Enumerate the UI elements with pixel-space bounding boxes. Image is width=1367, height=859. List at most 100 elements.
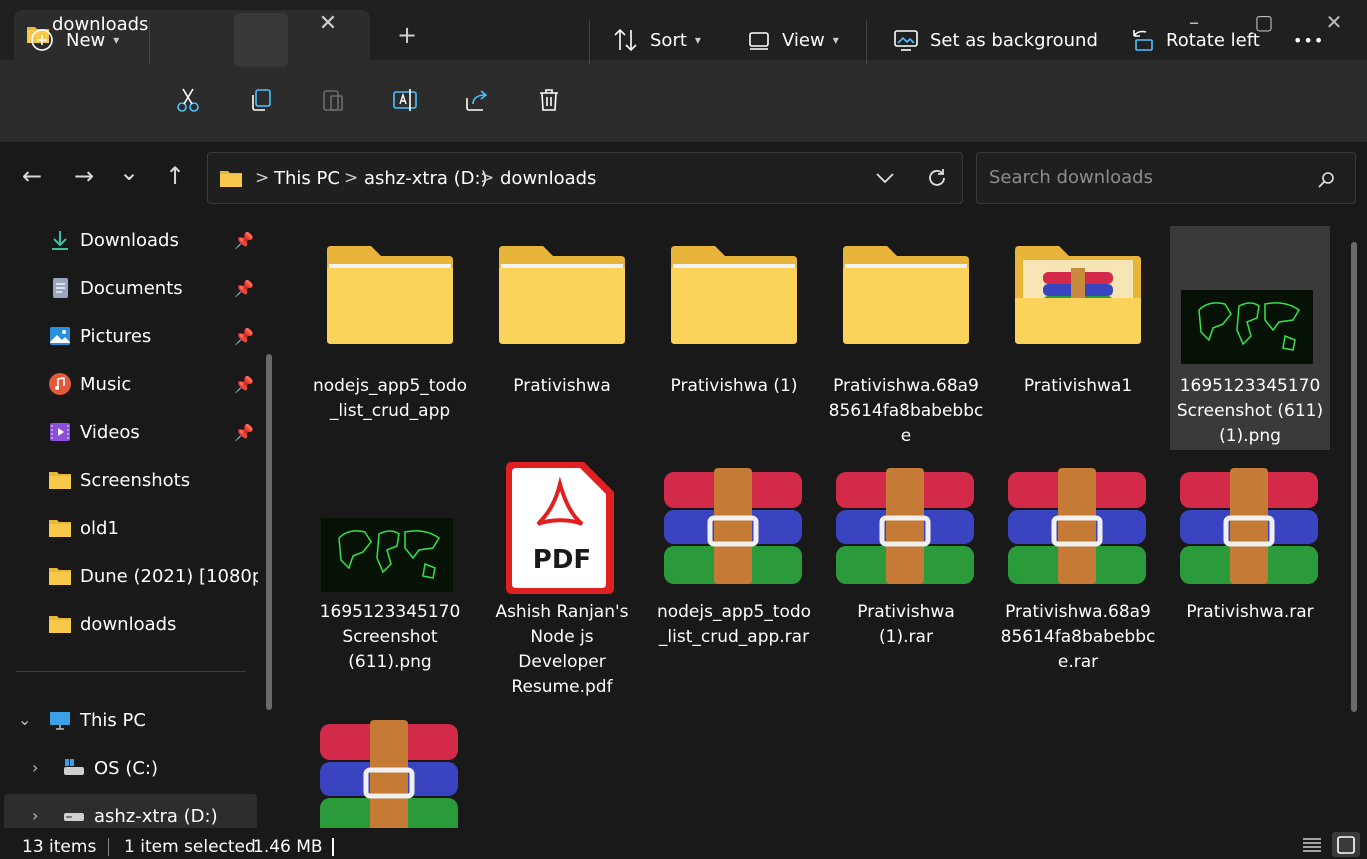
file-item-selected[interactable]: 1695123345170 Screenshot (611) (1).png [1170,226,1330,450]
file-item[interactable]: Prativishwa1 [998,226,1158,450]
sidebar-item-videos[interactable]: Videos [48,410,228,454]
recent-locations-button[interactable]: ⌄ [112,158,146,186]
file-name: Prativishwa1 [1023,376,1133,396]
file-name: Prativishwa (1) [670,376,798,396]
set-as-background-button[interactable]: Set as background [892,14,1098,66]
up-button[interactable]: ↑ [158,162,192,190]
pin-icon[interactable]: 📌 [234,279,254,298]
music-icon [49,373,71,395]
winrar-archive-icon [1180,468,1318,584]
plus-circle-icon [31,29,53,51]
winrar-archive-icon [664,468,802,584]
pin-icon[interactable]: 📌 [234,327,254,346]
breadcrumb-this-pc[interactable]: This PC [274,168,340,189]
refresh-icon[interactable] [925,166,949,190]
new-button[interactable]: New ▾ [30,14,119,66]
sidebar-item-label: This PC [80,709,146,731]
file-item[interactable]: Prativishwa.rar [1170,456,1330,706]
cut-icon[interactable] [174,86,202,114]
sort-button[interactable]: Sort ▾ [612,14,701,66]
computer-icon [50,712,70,730]
file-item[interactable]: Prativishwa.68a985614fa8babebbce [826,226,986,450]
rename-icon[interactable] [391,86,419,114]
search-input[interactable] [987,166,1311,189]
winrar-archive-icon [1008,468,1146,584]
sidebar-item-downloads[interactable]: Downloads [48,218,228,262]
pin-icon[interactable]: 📌 [234,423,254,442]
file-item[interactable]: nodejs_app5_todo_list_crud_app.rar [654,456,814,706]
tab-close-icon[interactable]: ✕ [316,11,340,36]
chevron-right-icon[interactable]: › [32,758,38,777]
chevron-down-icon[interactable] [874,168,896,188]
file-item[interactable]: Prativishwa [482,226,642,450]
delete-icon[interactable] [535,86,563,114]
search-icon[interactable] [1316,169,1338,191]
search-box[interactable] [976,152,1356,204]
sidebar-item-drive-c[interactable]: OS (C:) [62,746,242,790]
content-scrollbar[interactable] [1351,242,1357,712]
breadcrumb-drive-d[interactable]: ashz-xtra (D:) [364,168,488,189]
back-button[interactable]: ← [15,162,49,190]
large-icons-view-icon [1337,836,1355,854]
sidebar-item-label: ashz-xtra (D:) [94,805,218,827]
sidebar-item-music[interactable]: Music [48,362,228,406]
selection-size: 1.46 MB [253,837,323,857]
sidebar-item-old1[interactable]: old1 [48,506,248,550]
file-item[interactable]: Prativishwa.68a985614fa8babebbce.rar [998,456,1158,706]
folder-icon [49,472,71,489]
sidebar-item-label: OS (C:) [94,757,158,779]
details-view-icon[interactable] [1300,834,1324,856]
sort-icon [614,28,637,52]
sidebar-item-documents[interactable]: Documents [48,266,228,310]
file-item[interactable]: PDF Ashish Ranjan's Node js Developer Re… [482,456,642,706]
chevron-down-icon[interactable]: ⌄ [18,710,31,729]
more-options-button[interactable]: ••• [1293,14,1324,66]
rotate-left-label: Rotate left [1166,29,1260,51]
sidebar-item-downloads-folder[interactable]: downloads [48,602,248,646]
item-count: 13 items [22,837,97,857]
file-item[interactable]: 1695123345170 Screenshot (611).png [310,456,470,706]
sidebar-item-this-pc[interactable]: This PC [48,698,228,742]
rotate-left-button[interactable]: Rotate left [1128,14,1260,66]
sidebar-item-label: Music [80,373,132,395]
chevron-right-icon[interactable]: › [32,806,38,825]
file-name: nodejs_app5_todo_list_crud_app [312,376,468,421]
breadcrumb-downloads[interactable]: downloads [500,168,596,189]
command-bar [0,60,1367,143]
file-item[interactable]: nodejs_app5_todo_list_crud_app [310,226,470,450]
copy-button[interactable] [234,13,288,67]
drive-icon [64,759,84,775]
sort-label: Sort [650,29,687,51]
sidebar-scrollbar[interactable] [266,354,272,710]
sidebar-item-label: Videos [80,421,140,443]
folder-icon [220,171,242,187]
sidebar-item-dune[interactable]: Dune (2021) [1080p] [\ [48,554,258,598]
file-name: Prativishwa.68a985614fa8babebbce.rar [1000,602,1156,672]
sidebar-divider [16,671,246,672]
copy-icon [252,89,271,111]
new-label: New [66,29,106,51]
file-name: Ashish Ranjan's Node js Developer Resume… [495,602,629,697]
folder-icon [49,520,71,537]
toolbar-divider [589,20,590,64]
folder-icon [49,568,71,585]
winrar-folder-icon [1015,246,1141,344]
forward-button[interactable]: → [67,162,101,190]
file-item[interactable]: Prativishwa (1) [654,226,814,450]
new-tab-button[interactable]: + [397,21,417,49]
view-button[interactable]: View ▾ [746,14,839,66]
pin-icon[interactable]: 📌 [234,231,254,250]
file-item[interactable] [310,712,470,828]
paste-icon[interactable] [319,86,347,114]
pin-icon[interactable]: 📌 [234,375,254,394]
share-icon[interactable] [463,86,491,114]
sidebar-item-label: Dune (2021) [1080p] [\ [80,565,258,587]
file-name: Prativishwa.rar [1186,602,1314,622]
sidebar-item-screenshots[interactable]: Screenshots [48,458,248,502]
sidebar-item-label: Documents [80,277,183,299]
folder-icon [499,246,625,344]
file-item[interactable]: Prativishwa (1).rar [826,456,986,706]
file-name: 1695123345170 Screenshot (611).png [319,602,461,672]
sidebar-item-label: Pictures [80,325,152,347]
sidebar-item-pictures[interactable]: Pictures [48,314,228,358]
